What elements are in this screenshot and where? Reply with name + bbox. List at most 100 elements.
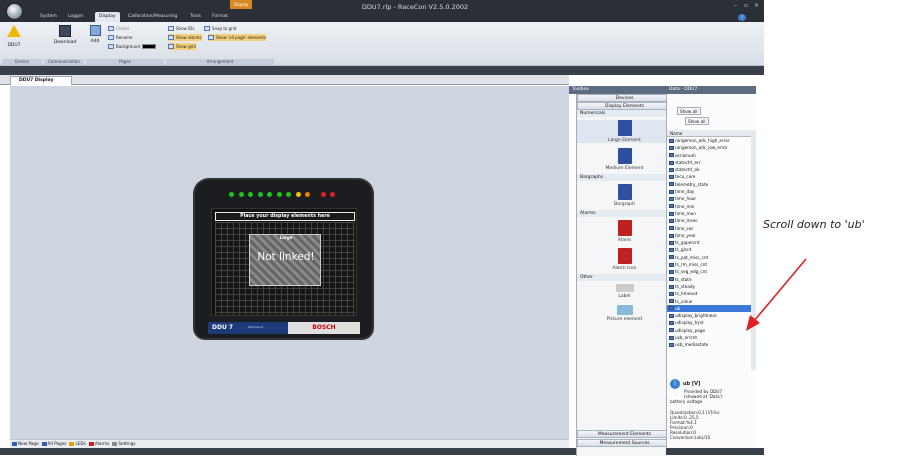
- data-list-item[interactable]: ts_steady: [667, 283, 751, 290]
- tab-logger[interactable]: Logger: [64, 12, 88, 22]
- data-list-item[interactable]: statectrl_err: [667, 159, 751, 166]
- data-list-item[interactable]: rangemon_adc_low_error: [667, 144, 751, 151]
- download-button[interactable]: Download: [52, 25, 78, 45]
- background-swatch: [141, 44, 156, 49]
- channel-icon: [669, 204, 674, 209]
- label-item[interactable]: Label: [577, 284, 672, 299]
- background-picker[interactable]: Background: [108, 43, 156, 50]
- group-communication: Communication: [44, 59, 84, 65]
- data-list-item[interactable]: udisplay_hyst: [667, 319, 751, 326]
- data-list-item[interactable]: ts_timeout: [667, 290, 751, 297]
- page-tab-leds[interactable]: LEDs: [69, 440, 86, 448]
- data-item-label: udisplay_page: [675, 327, 706, 333]
- data-list-item[interactable]: tecu_core: [667, 173, 751, 180]
- data-list-item[interactable]: time_day: [667, 188, 751, 195]
- picture-element-icon: [616, 305, 633, 315]
- tab-format[interactable]: Format: [208, 12, 232, 22]
- channel-icon: [669, 335, 674, 340]
- add-page-button[interactable]: Add: [88, 25, 102, 44]
- rename-button[interactable]: Rename: [108, 34, 132, 41]
- medium-element-icon: [617, 148, 632, 164]
- data-list-item[interactable]: time_msec: [667, 217, 751, 224]
- data-list-item[interactable]: ub: [667, 304, 751, 313]
- large-element-item[interactable]: Large Element: [577, 120, 672, 143]
- page-tab-alarms[interactable]: Alarms: [88, 440, 110, 448]
- data-list-item[interactable]: serialnum: [667, 152, 751, 159]
- tab-tools[interactable]: Tools: [186, 12, 205, 22]
- data-list-item[interactable]: ts_state: [667, 276, 751, 283]
- channel-icon: [669, 291, 674, 296]
- data-list-item[interactable]: ts_gapercnt: [667, 239, 751, 246]
- section-other[interactable]: Other: [577, 274, 672, 281]
- data-list-item[interactable]: ts_rm_miss_cnt: [667, 261, 751, 268]
- measurement-elements-button[interactable]: Measurement Elements: [577, 430, 672, 438]
- data-list-item[interactable]: usb_mediastate: [667, 341, 751, 348]
- close-button[interactable]: ×: [754, 2, 759, 9]
- display-elements-button[interactable]: Display Elements: [577, 102, 672, 110]
- title-bar: Display DDU7.rlp - RaceCon V2.5.0.2002 –…: [0, 0, 764, 22]
- show-grid-toggle[interactable]: Show grid: [168, 43, 196, 50]
- data-list-item[interactable]: time_min: [667, 203, 751, 210]
- ddu7-label: DDU7: [7, 43, 21, 48]
- ddu7-device: Place your display elements here Large N…: [195, 180, 372, 338]
- device-screen[interactable]: Place your display elements here Large N…: [211, 208, 357, 316]
- data-list[interactable]: rangemon_adc_high_error rangemon_adc_low_…: [667, 137, 751, 369]
- grid-icon: [168, 44, 174, 49]
- show-ids-toggle[interactable]: Show IDs: [168, 25, 194, 32]
- alarm-item[interactable]: Alarm: [577, 220, 672, 243]
- show-all-button-top[interactable]: Show all: [677, 107, 701, 115]
- screen-grid[interactable]: Large Not linked!: [215, 222, 355, 315]
- data-item-label: ts_glcnt: [675, 247, 692, 253]
- minimize-button[interactable]: –: [734, 2, 737, 9]
- data-item-label: statectrl_err: [675, 159, 701, 165]
- data-list-item[interactable]: ts_value: [667, 298, 751, 305]
- data-list-item[interactable]: udisplay_page: [667, 327, 751, 334]
- snap-to-grid-toggle[interactable]: Snap to grid: [204, 25, 236, 32]
- ddu7-button[interactable]: DDU7: [4, 25, 24, 48]
- section-numericals[interactable]: Numericals: [577, 110, 672, 117]
- picture-element-item[interactable]: Picture element: [577, 305, 672, 322]
- data-list-item[interactable]: ts_pat_miss_cnt: [667, 254, 751, 261]
- page-tab-label: Alarms: [94, 441, 110, 446]
- tab-calibration[interactable]: Calibration/Measuring: [124, 12, 181, 22]
- data-list-item[interactable]: time_sec: [667, 225, 751, 232]
- page-tab-label: Settings: [118, 441, 136, 446]
- element-type-label: Large: [279, 235, 293, 240]
- data-list-item[interactable]: time_mon: [667, 210, 751, 217]
- label-element-label: Label: [618, 294, 631, 299]
- section-alarms[interactable]: Alarms: [577, 210, 672, 217]
- data-list-item[interactable]: udisplay_brightness: [667, 312, 751, 319]
- bargraph-item[interactable]: Bargraph: [577, 184, 672, 207]
- measurement-sources-button[interactable]: Measurement Sources: [577, 439, 672, 447]
- data-list-item[interactable]: ts_glcnt: [667, 246, 751, 253]
- page-tab-all[interactable]: All Pages: [41, 440, 66, 448]
- data-list-item[interactable]: statectrl_ok: [667, 166, 751, 173]
- app-menu-button[interactable]: [6, 3, 23, 20]
- large-display-element[interactable]: Large Not linked!: [249, 234, 321, 286]
- data-panel-header: Data - DDU7: [666, 86, 756, 94]
- show-all-button[interactable]: Show all: [685, 117, 709, 125]
- section-bargraphs[interactable]: Bargraphs: [577, 174, 672, 181]
- data-list-item[interactable]: telemetry_state: [667, 181, 751, 188]
- medium-element-item[interactable]: Medium Element: [577, 148, 672, 171]
- page-tab-settings[interactable]: Settings: [112, 440, 136, 448]
- data-list-item[interactable]: time_hour: [667, 195, 751, 202]
- tab-system[interactable]: System: [36, 12, 61, 22]
- devices-button[interactable]: Devices: [577, 94, 672, 102]
- channel-icon: [669, 197, 674, 202]
- tab-display[interactable]: Display: [95, 12, 120, 22]
- page-tab-new[interactable]: New Page: [12, 440, 39, 448]
- alarm-icon-item[interactable]: Alarm Icon: [577, 248, 672, 271]
- data-list-item[interactable]: usb_errcnt: [667, 334, 751, 341]
- show-alarms-toggle[interactable]: Show alarms: [168, 34, 202, 41]
- data-list-item[interactable]: time_year: [667, 232, 751, 239]
- maximize-button[interactable]: ▫: [744, 2, 748, 9]
- data-list-item[interactable]: ts_seg_edg_cnt: [667, 268, 751, 275]
- document-tab[interactable]: DDU7 Display: [10, 76, 72, 85]
- show-all-page-elements-toggle[interactable]: Show 'all page' elements: [208, 34, 267, 41]
- help-icon[interactable]: ?: [738, 14, 746, 21]
- data-list-item[interactable]: rangemon_adc_high_error: [667, 137, 751, 144]
- name-column-header[interactable]: Name: [667, 130, 751, 137]
- annotation-arrow: [746, 258, 807, 331]
- create-button[interactable]: Create: [108, 25, 129, 32]
